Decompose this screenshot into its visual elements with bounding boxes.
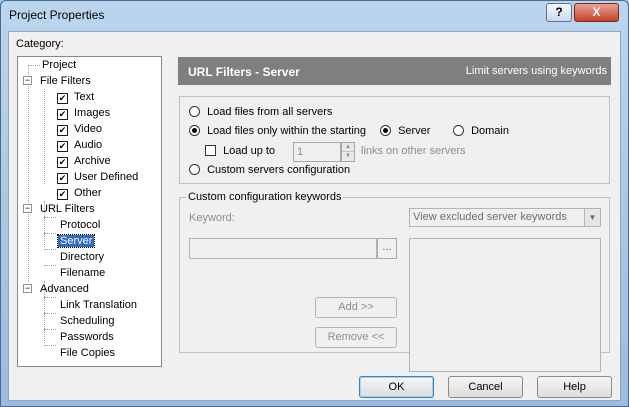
checkbox-checked-icon[interactable]: ✔: [57, 189, 68, 200]
domain-label: Domain: [471, 125, 509, 137]
help-button[interactable]: Help: [537, 376, 612, 398]
tree-item-other[interactable]: ✔ Other: [57, 185, 104, 201]
collapse-icon[interactable]: −: [23, 284, 32, 293]
radio-load-within[interactable]: Load files only within the starting: [189, 125, 366, 137]
checkbox-checked-icon[interactable]: ✔: [57, 141, 68, 152]
chevron-up-icon[interactable]: ▲: [342, 143, 354, 152]
load-all-label: Load files from all servers: [207, 106, 333, 118]
tree-item-label: Scheduling: [60, 315, 115, 327]
chevron-down-icon[interactable]: ▼: [342, 152, 354, 161]
radio-custom[interactable]: Custom servers configuration: [189, 164, 350, 176]
radio-unselected-icon: [189, 106, 200, 117]
panel-header: URL Filters - Server Limit servers using…: [178, 57, 611, 85]
tree-item-text[interactable]: ✔ Text: [57, 89, 96, 105]
close-icon: X: [592, 5, 601, 19]
title-bar: Project Properties ? X: [1, 1, 628, 31]
checkbox-unchecked-icon: [205, 145, 216, 156]
category-tree[interactable]: Project − File Filters ✔ Text ✔ Images ✔ Vi…: [17, 56, 162, 367]
tree-item-label: Advanced: [40, 283, 89, 295]
add-button[interactable]: Add >>: [315, 297, 397, 318]
tree-item-audio[interactable]: ✔ Audio: [57, 137, 104, 153]
radio-unselected-icon: [453, 125, 464, 136]
tree-item-label: Passwords: [60, 331, 114, 343]
tree-item-directory[interactable]: Directory: [58, 249, 106, 265]
tree-item-video[interactable]: ✔ Video: [57, 121, 104, 137]
radio-load-all[interactable]: Load files from all servers: [189, 106, 332, 118]
tree-item-label: Text: [74, 91, 95, 103]
panel-title: URL Filters - Server: [188, 65, 300, 79]
tree-item-advanced[interactable]: Advanced: [38, 281, 91, 297]
collapse-icon[interactable]: −: [23, 204, 32, 213]
radio-domain[interactable]: Domain: [453, 125, 509, 137]
custom-label: Custom servers configuration: [207, 164, 351, 176]
tree-item-label: Server: [56, 234, 96, 248]
tree-item-passwords[interactable]: Passwords: [58, 329, 116, 345]
tree-item-link-translation[interactable]: Link Translation: [58, 297, 139, 313]
tree-item-url-filters[interactable]: URL Filters: [38, 201, 97, 217]
tree-item-label: Link Translation: [60, 299, 138, 311]
keyword-list[interactable]: [409, 238, 601, 372]
radio-unselected-icon: [189, 164, 200, 175]
checkbox-checked-icon[interactable]: ✔: [57, 125, 68, 136]
tree-item-label: Project: [42, 59, 77, 71]
panel-subtitle: Limit servers using keywords: [465, 65, 607, 77]
tree-item-label: Directory: [60, 251, 105, 263]
keyword-input[interactable]: [189, 238, 377, 259]
ok-button[interactable]: OK: [359, 376, 434, 398]
tree-item-filename[interactable]: Filename: [58, 265, 107, 281]
keyword-label: Keyword:: [189, 212, 235, 224]
help-title-button[interactable]: ?: [546, 3, 572, 22]
dialog-client: Category: Project − File Filters ✔ Text …: [8, 31, 621, 401]
cancel-button[interactable]: Cancel: [448, 376, 523, 398]
load-up-to-checkbox[interactable]: Load up to: [205, 145, 275, 157]
load-up-to-label: Load up to: [223, 145, 276, 157]
tree-item-label: URL Filters: [40, 203, 95, 215]
custom-keywords-legend: Custom configuration keywords: [186, 191, 344, 203]
radio-server[interactable]: Server: [380, 125, 430, 137]
view-keywords-value: View excluded server keywords: [413, 211, 567, 223]
tree-item-label: Filename: [60, 267, 106, 279]
server-label: Server: [398, 125, 431, 137]
tree-item-label: File Copies: [60, 347, 116, 359]
tree-item-images[interactable]: ✔ Images: [57, 105, 112, 121]
category-label: Category:: [16, 38, 64, 50]
project-properties-window: Project Properties ? X Category: Project…: [0, 0, 629, 407]
links-count-stepper[interactable]: ▲ ▼: [341, 142, 355, 162]
tree-item-file-copies[interactable]: File Copies: [58, 345, 117, 361]
checkbox-checked-icon[interactable]: ✔: [57, 157, 68, 168]
close-button[interactable]: X: [574, 3, 619, 22]
links-count-input[interactable]: 1: [293, 142, 341, 162]
tree-item-label: Protocol: [60, 219, 101, 231]
links-other-label: links on other servers: [361, 145, 466, 157]
tree-item-label: Images: [74, 107, 111, 119]
window-title: Project Properties: [9, 8, 105, 22]
tree-item-label: Video: [74, 123, 102, 135]
checkbox-checked-icon[interactable]: ✔: [57, 109, 68, 120]
radio-selected-icon: [189, 125, 200, 136]
collapse-icon[interactable]: −: [23, 76, 32, 85]
tree-item-project[interactable]: Project: [40, 57, 78, 73]
load-within-label: Load files only within the starting: [207, 125, 367, 137]
chevron-down-icon[interactable]: ▼: [584, 209, 600, 226]
checkbox-checked-icon[interactable]: ✔: [57, 173, 68, 184]
tree-item-user-defined[interactable]: ✔ User Defined: [57, 169, 140, 185]
tree-item-label: Other: [74, 187, 102, 199]
tree-item-file-filters[interactable]: File Filters: [38, 73, 93, 89]
tree-item-protocol[interactable]: Protocol: [58, 217, 102, 233]
tree-item-archive[interactable]: ✔ Archive: [57, 153, 113, 169]
tree-item-label: File Filters: [40, 75, 91, 87]
tree-item-server[interactable]: Server: [56, 233, 96, 249]
radio-selected-icon: [380, 125, 391, 136]
tree-item-label: User Defined: [74, 171, 139, 183]
view-keywords-select[interactable]: View excluded server keywords ▼: [409, 208, 601, 227]
tree-item-label: Audio: [74, 139, 103, 151]
tree-item-label: Archive: [74, 155, 111, 167]
browse-button[interactable]: ...: [377, 238, 397, 259]
tree-item-scheduling[interactable]: Scheduling: [58, 313, 116, 329]
checkbox-checked-icon[interactable]: ✔: [57, 93, 68, 104]
remove-button[interactable]: Remove <<: [315, 327, 397, 348]
